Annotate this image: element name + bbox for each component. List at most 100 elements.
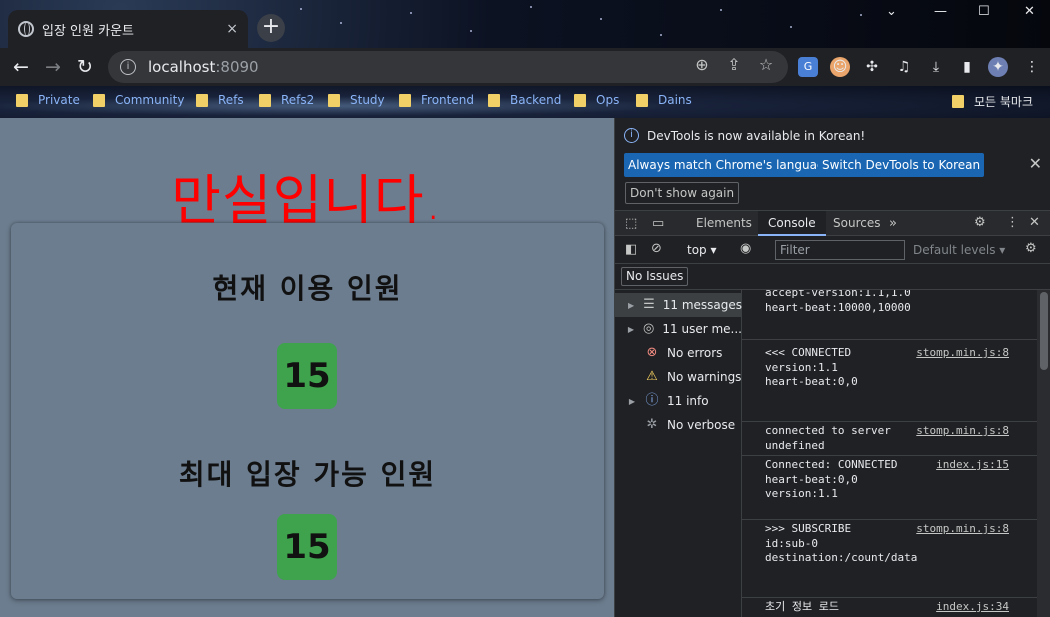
- folder-icon: [93, 93, 105, 107]
- sidebar-item-verbose[interactable]: ✲ No verbose: [615, 413, 742, 437]
- switch-korean-button[interactable]: Switch DevTools to Korean: [818, 153, 985, 177]
- new-tab-button[interactable]: +: [257, 14, 285, 42]
- extensions-puzzle-icon[interactable]: ✣: [862, 57, 882, 77]
- live-expression-eye-icon[interactable]: ◉: [740, 241, 751, 256]
- tab-close-icon[interactable]: ×: [226, 21, 238, 37]
- folder-icon: [259, 93, 271, 107]
- console-scrollbar[interactable]: [1037, 290, 1050, 617]
- expand-arrow-icon[interactable]: ▶: [625, 397, 639, 406]
- bookmark-folder[interactable]: Backend: [488, 93, 561, 107]
- address-bar[interactable]: i localhost:8090: [108, 51, 788, 83]
- forward-icon[interactable]: →: [40, 54, 66, 80]
- profile-avatar-icon[interactable]: ✦: [988, 57, 1008, 77]
- translate-extension-icon[interactable]: G: [798, 57, 818, 77]
- side-panel-icon[interactable]: ▮: [957, 57, 977, 77]
- url-port: :8090: [215, 58, 259, 76]
- source-link[interactable]: index.js:34: [936, 600, 1009, 615]
- maximize-icon[interactable]: ☐: [978, 4, 990, 19]
- console-message: <<< CONNECTED version:1.1 heart-beat:0,0…: [742, 344, 1037, 422]
- console-message-text: 초기 정보 로드: [765, 600, 839, 613]
- zoom-icon[interactable]: ⊕: [692, 55, 712, 75]
- console-output: accept-version:1.1,1.0 heart-beat:10000,…: [742, 290, 1037, 617]
- sidebar-item-info[interactable]: ▶ ⓘ 11 info: [615, 389, 742, 413]
- language-notice: DevTools is now available in Korean!: [647, 129, 866, 143]
- settings-gear-icon[interactable]: ⚙: [974, 215, 986, 230]
- reload-icon[interactable]: ↻: [72, 54, 98, 80]
- devtools-tab-bar: ⬚ ▭ Elements Console Sources » ⚙ ⋮ ✕: [615, 210, 1050, 236]
- bookmark-folder[interactable]: Dains: [636, 93, 692, 107]
- source-link[interactable]: index.js:15: [936, 458, 1009, 473]
- bookmark-label: Frontend: [421, 93, 474, 107]
- list-icon: ☰: [643, 297, 655, 312]
- menu-kebab-icon[interactable]: ⋮: [1022, 57, 1042, 77]
- log-levels-select[interactable]: Default levels ▾: [913, 243, 1005, 257]
- bookmark-folder[interactable]: Refs: [196, 93, 244, 107]
- inspect-element-icon[interactable]: ⬚: [625, 216, 637, 231]
- source-link[interactable]: stomp.min.js:8: [916, 346, 1009, 361]
- sidebar-item-label: No verbose: [667, 418, 736, 432]
- minimize-icon[interactable]: —: [934, 4, 947, 19]
- close-devtools-icon[interactable]: ✕: [1029, 215, 1040, 230]
- console-settings-gear-icon[interactable]: ⚙: [1025, 241, 1037, 256]
- share-icon[interactable]: ⇪: [724, 55, 744, 75]
- scrollbar-thumb[interactable]: [1040, 292, 1048, 370]
- tab-sources[interactable]: Sources: [823, 211, 890, 236]
- count-card: 현재 이용 인원 15 최대 입장 가능 인원 15: [11, 223, 604, 599]
- issues-button[interactable]: No Issues: [621, 267, 689, 286]
- tab-elements[interactable]: Elements: [686, 211, 762, 236]
- console-sidebar: ▶ ☰ 11 messages ▶ ◎ 11 user me... ⊗ No e…: [615, 290, 742, 617]
- download-icon[interactable]: ⤓: [926, 57, 946, 77]
- folder-icon: [952, 95, 964, 108]
- bookmark-folder[interactable]: Community: [93, 93, 184, 107]
- issues-row: No Issues: [615, 264, 1050, 290]
- media-control-icon[interactable]: ♫: [894, 57, 914, 77]
- folder-icon: [488, 93, 500, 107]
- devtools-menu-icon[interactable]: ⋮: [1006, 215, 1019, 230]
- site-info-icon[interactable]: i: [120, 59, 136, 75]
- dont-show-again-button[interactable]: Don't show again: [625, 182, 740, 204]
- expand-arrow-icon[interactable]: ▶: [625, 301, 637, 310]
- device-toolbar-icon[interactable]: ▭: [652, 216, 664, 231]
- console-filter-input[interactable]: Filter: [775, 240, 905, 260]
- more-tabs-icon[interactable]: »: [889, 216, 897, 231]
- bookmark-folder[interactable]: Study: [328, 93, 385, 107]
- tab-console[interactable]: Console: [758, 211, 826, 236]
- sidebar-item-user-messages[interactable]: ▶ ◎ 11 user me...: [615, 317, 742, 341]
- bookmark-label: Private: [38, 93, 80, 107]
- page-viewport: 만실입니다. 현재 이용 인원 15 최대 입장 가능 인원 15: [0, 118, 614, 617]
- bookmark-star-icon[interactable]: ☆: [756, 55, 776, 75]
- bookmark-folder[interactable]: Ops: [574, 93, 619, 107]
- console-message: 초기 정보 로드 index.js:34: [742, 598, 1037, 617]
- sidebar-item-label: No warnings: [667, 370, 742, 384]
- bookmark-folder[interactable]: Frontend: [399, 93, 474, 107]
- back-icon[interactable]: ←: [8, 54, 34, 80]
- match-language-button[interactable]: Always match Chrome's language: [624, 153, 836, 177]
- console-message: connected to server undefined stomp.min.j…: [742, 422, 1037, 456]
- sidebar-item-messages[interactable]: ▶ ☰ 11 messages: [615, 293, 742, 317]
- close-notice-icon[interactable]: ✕: [1029, 154, 1042, 173]
- context-select[interactable]: top ▾: [687, 243, 717, 257]
- expand-arrow-icon[interactable]: ▶: [625, 325, 637, 334]
- info-icon: ⓘ: [645, 393, 659, 408]
- sidebar-toggle-icon[interactable]: ◧: [625, 242, 637, 257]
- bookmark-folder[interactable]: Refs2: [259, 93, 314, 107]
- window-close-icon[interactable]: ✕: [1024, 4, 1035, 19]
- all-bookmarks-folder[interactable]: 모든 북마크: [952, 93, 1033, 110]
- browser-tab[interactable]: 입장 인원 카운트 ×: [8, 10, 248, 48]
- sidebar-item-warnings[interactable]: ⚠ No warnings: [615, 365, 742, 389]
- source-link[interactable]: stomp.min.js:8: [916, 522, 1009, 537]
- console-message-text: >>> SUBSCRIBE id:sub-0 destination:/coun…: [765, 522, 918, 564]
- source-link[interactable]: stomp.min.js:8: [916, 424, 1009, 439]
- tab-strip: 입장 인원 카운트 × + ⌄ — ☐ ✕: [0, 0, 1050, 48]
- clear-console-icon[interactable]: ⊘: [651, 241, 662, 256]
- console-message-text: Connected: CONNECTED heart-beat:0,0 vers…: [765, 458, 898, 500]
- bookmark-folder[interactable]: Private: [16, 93, 80, 107]
- max-count-badge: 15: [277, 514, 337, 580]
- bookmark-label: Backend: [510, 93, 562, 107]
- sidebar-item-errors[interactable]: ⊗ No errors: [615, 341, 742, 365]
- tab-search-icon[interactable]: ⌄: [886, 4, 897, 19]
- console-message-text: <<< CONNECTED version:1.1 heart-beat:0,0: [765, 346, 858, 388]
- profile-extension-icon[interactable]: ☺: [830, 57, 850, 77]
- console-message: >>> SUBSCRIBE id:sub-0 destination:/coun…: [742, 520, 1037, 598]
- console-message-text: accept-version:1.1,1.0 heart-beat:10000,…: [765, 290, 911, 314]
